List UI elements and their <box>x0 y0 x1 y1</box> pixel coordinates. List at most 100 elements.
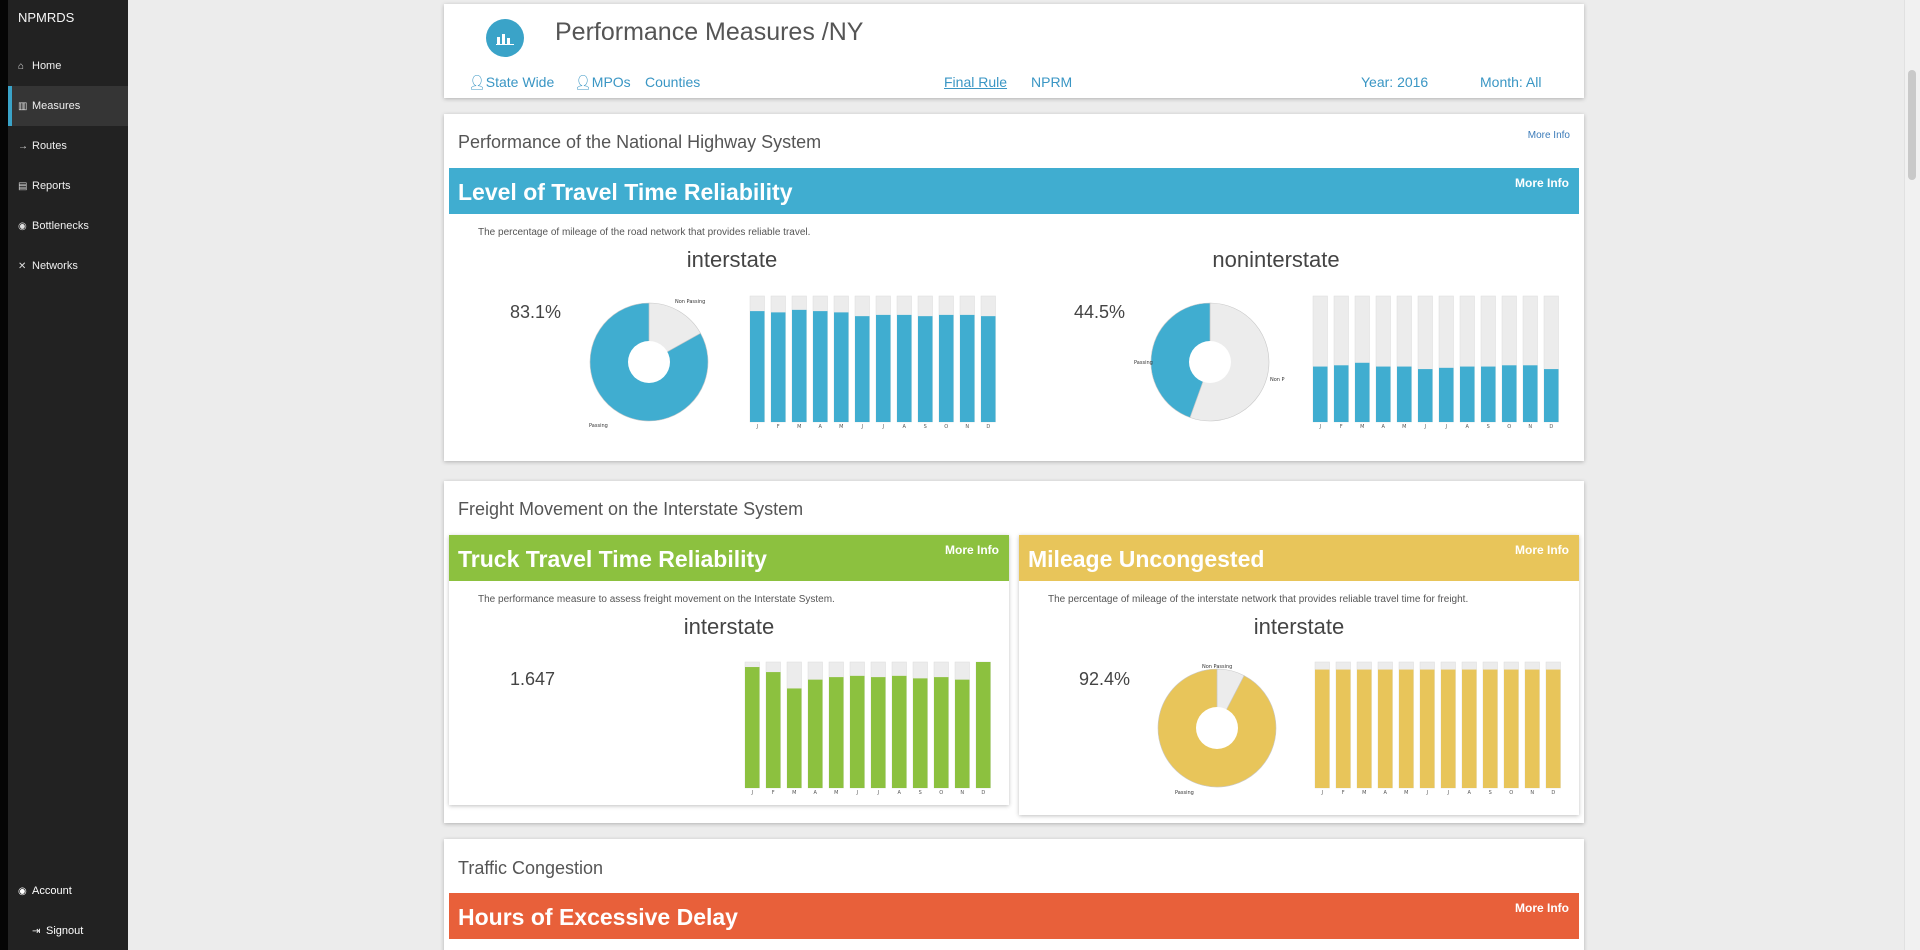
sidebar-item-bottlenecks[interactable]: ◉ Bottlenecks <box>8 206 128 246</box>
bar <box>1544 369 1559 422</box>
bar <box>1462 669 1477 788</box>
tab-mpos[interactable]: 👤︎MPOs <box>574 74 631 91</box>
bar <box>1378 669 1393 788</box>
tick-label: N <box>1528 424 1532 430</box>
tick-label: J <box>882 424 884 430</box>
tick-label: J <box>1445 424 1447 430</box>
sidebar-item-reports[interactable]: ▤ Reports <box>8 166 128 206</box>
bar <box>955 679 970 788</box>
more-info-link[interactable]: More Info <box>1528 130 1570 141</box>
bar <box>1546 669 1561 788</box>
section-title: Traffic Congestion <box>458 858 604 878</box>
signout-link[interactable]: ⇥ Signout <box>32 925 83 937</box>
pie-hole <box>1189 341 1231 383</box>
month-selector[interactable]: Month: All <box>1480 74 1541 90</box>
bar <box>897 314 912 422</box>
sidebar-item-home[interactable]: ⌂ Home <box>8 46 128 86</box>
account-link[interactable]: ◉ Account <box>18 885 72 897</box>
scrollbar[interactable] <box>1904 0 1920 950</box>
sidebar-item-measures[interactable]: ▥ Measures <box>8 86 128 126</box>
bar <box>939 314 954 422</box>
pie-label: Passing <box>1175 790 1194 796</box>
sidebar-item-label: Reports <box>32 180 71 192</box>
bar <box>766 672 781 788</box>
sidebar: NPMRDS ⌂ Home ▥ Measures → Routes ▤ Repo… <box>8 0 128 950</box>
window-edge <box>0 0 8 950</box>
tick-label: A <box>1468 790 1472 796</box>
more-info-link[interactable]: More Info <box>1515 543 1569 557</box>
lottr-interstate-bar-chart: JFMAMJJASOND <box>749 295 996 430</box>
random-icon: ✕ <box>18 260 27 272</box>
more-info-link[interactable]: More Info <box>1515 176 1569 190</box>
bar <box>1525 669 1540 788</box>
truck-ttr-bar-chart: JFMAMJJASOND <box>744 661 991 796</box>
tick-label: A <box>1466 424 1470 430</box>
tick-label: S <box>924 424 927 430</box>
bar <box>808 679 823 788</box>
bar <box>1483 669 1498 788</box>
tick-label: M <box>834 790 838 796</box>
lottr-noninterstate-pie-chart: Passing Non P <box>1134 302 1285 422</box>
mileage-uncongested-bar-chart: JFMAMJJASOND <box>1314 661 1561 796</box>
bar <box>913 678 928 788</box>
tick-label: N <box>1530 790 1534 796</box>
tick-label: O <box>1509 790 1513 796</box>
measure-title: Hours of Excessive Delay <box>458 904 738 930</box>
sidebar-item-networks[interactable]: ✕ Networks <box>8 246 128 286</box>
bar <box>787 688 802 788</box>
bar <box>976 662 991 788</box>
bar <box>1420 669 1435 788</box>
bar <box>1439 367 1454 422</box>
bar-chart-icon <box>486 19 524 57</box>
page-header: Performance Measures /NY 👤︎State Wide 👤︎… <box>444 4 1584 98</box>
tick-label: O <box>939 790 943 796</box>
lottr-body: The percentage of mileage of the road ne… <box>449 214 1579 449</box>
bar <box>918 316 933 422</box>
bar <box>1504 669 1519 788</box>
tab-counties[interactable]: Counties <box>645 74 700 90</box>
bar <box>834 312 849 422</box>
tick-label: S <box>919 790 922 796</box>
nhs-section: Performance of the National Highway Syst… <box>444 114 1584 461</box>
bar <box>792 309 807 422</box>
sidebar-item-routes[interactable]: → Routes <box>8 126 128 166</box>
lottr-interstate-pie-chart: Non Passing Passing <box>589 299 709 429</box>
freight-section: Freight Movement on the Interstate Syste… <box>444 481 1584 823</box>
tick-label: O <box>944 424 948 430</box>
tick-label: J <box>856 790 858 796</box>
measure-title: Mileage Uncongested <box>1028 546 1265 572</box>
account-label: Account <box>32 885 72 897</box>
more-info-link[interactable]: More Info <box>945 543 999 557</box>
bar <box>876 314 891 422</box>
more-info-link[interactable]: More Info <box>1515 901 1569 915</box>
tick-label: M <box>1402 424 1406 430</box>
measure-value: 83.1% <box>510 302 562 322</box>
mileage-uncongested-header: Mileage Uncongested More Info <box>1019 535 1579 581</box>
tick-label: J <box>861 424 863 430</box>
signout-label: Signout <box>46 925 84 937</box>
tick-label: M <box>1404 790 1408 796</box>
mileage-uncongested-pie-chart: Non Passing Passing <box>1157 664 1277 796</box>
bar <box>771 312 786 422</box>
lottr-header: Level of Travel Time Reliability More In… <box>449 168 1579 214</box>
bar-chart-icon: ▥ <box>18 100 28 112</box>
nprm-link[interactable]: NPRM <box>1031 74 1072 90</box>
tick-label: N <box>965 424 969 430</box>
bar <box>1357 669 1372 788</box>
bar <box>1315 669 1330 788</box>
tick-label: M <box>1360 424 1364 430</box>
tab-state-wide[interactable]: 👤︎State Wide <box>468 74 554 91</box>
final-rule-link[interactable]: Final Rule <box>944 74 1007 90</box>
bar <box>745 667 760 788</box>
tick-label: J <box>1321 790 1323 796</box>
year-selector[interactable]: Year: 2016 <box>1361 74 1428 90</box>
scrollbar-thumb[interactable] <box>1908 70 1916 180</box>
chart-title: interstate <box>1253 614 1345 639</box>
pie-label: Non Passing <box>675 299 705 305</box>
truck-ttr-card: Truck Travel Time Reliability More Info … <box>449 535 1009 805</box>
pie-label: Passing <box>1134 360 1153 366</box>
brand-logo[interactable]: NPMRDS <box>18 10 74 25</box>
user-icon: 👤︎ <box>468 74 486 90</box>
sign-out-icon: ⇥ <box>32 925 41 937</box>
dashboard-icon: ◉ <box>18 220 27 232</box>
